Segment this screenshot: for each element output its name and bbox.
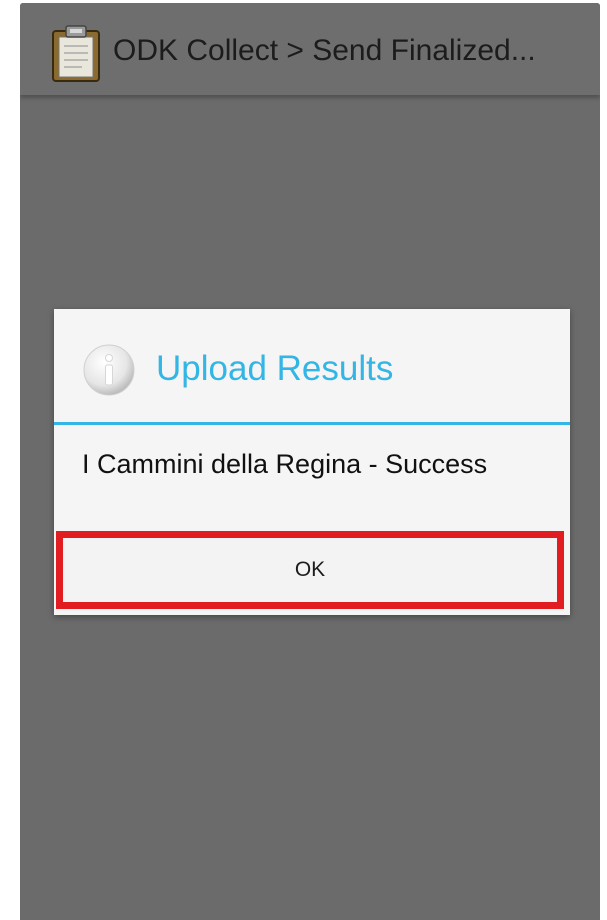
info-icon bbox=[82, 343, 136, 397]
dialog-message: I Cammini della Regina - Success bbox=[82, 449, 488, 479]
ok-button-label: OK bbox=[294, 558, 326, 581]
phone-screen: ODK Collect > Send Finalized... Upload R… bbox=[20, 3, 600, 920]
app-title: ODK Collect > Send Finalized... bbox=[113, 34, 536, 67]
action-bar: ODK Collect > Send Finalized... bbox=[20, 3, 600, 95]
dialog-header: Upload Results bbox=[54, 309, 570, 425]
dialog-title: Upload Results bbox=[156, 349, 394, 388]
upload-results-dialog: Upload Results I Cammini della Regina - … bbox=[54, 309, 570, 615]
ok-button[interactable]: OK bbox=[56, 531, 564, 609]
clipboard-icon[interactable] bbox=[50, 25, 102, 83]
